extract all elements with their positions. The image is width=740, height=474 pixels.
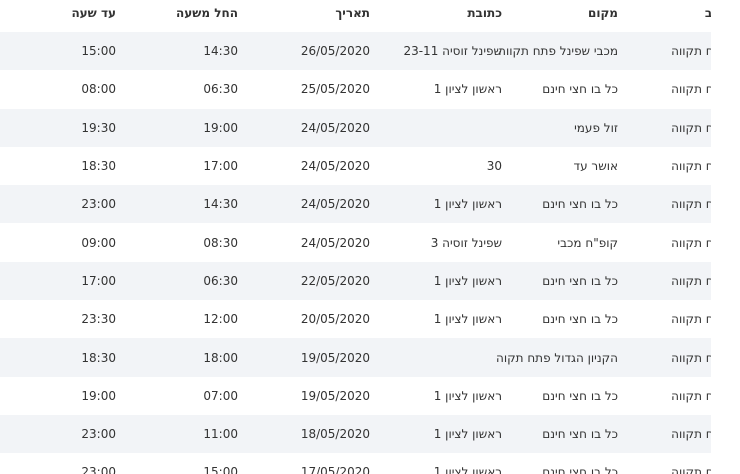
cell-place: כל בו חצי חינם — [542, 312, 618, 327]
cell-date: 17/05/2020 — [300, 465, 370, 474]
table-row: פתח תקווה מכבי שפינל פתח תקווהשפינל זוסיה… — [0, 32, 711, 71]
cell-date: 22/05/2020 — [300, 273, 370, 288]
table-row: פתח תקווה אושר עד 30 24/05/2020 17:00 18:30 — [0, 146, 711, 186]
cell-date: 18/05/2020 — [300, 427, 370, 442]
table-row: פתח תקווה כל בו חצי חינם ראשון לציון 1 22/0… — [0, 261, 711, 301]
cell-city: פתח תקווה — [671, 388, 711, 403]
cell-from-time: 12:00 — [203, 312, 238, 327]
cell-from-time: 08:30 — [203, 235, 238, 250]
cell-address: ראשון לציון 1 — [433, 465, 502, 474]
cell-city: פתח תקווה — [671, 82, 711, 97]
cell-place: אושר עד — [573, 159, 618, 174]
cell-city: פתח תקווה — [671, 465, 711, 474]
exposure-locations-table: ישוב מקום כתובת תאריך החל משעה עד שעה פת… — [0, 0, 711, 474]
cell-place: קופ"ח מכבי — [557, 235, 618, 250]
cell-date: 19/05/2020 — [300, 388, 370, 403]
cell-to-time: 23:00 — [81, 197, 116, 212]
cell-place: כל בו חצי חינם — [542, 465, 618, 474]
cell-from-time: 17:00 — [203, 159, 238, 174]
table-row: פתח תקווה הקניון הגדול פתח תקוה 19/05/2020… — [0, 338, 711, 377]
table-row: פתח תקווה כל בו חצי חינם ראשון לציון 1 17/0… — [0, 453, 711, 474]
table-row: פתח תקווה כל בו חצי חינם ראשון לציון 1 18/0… — [0, 414, 711, 454]
cell-city: פתח תקווה — [671, 197, 711, 212]
cell-city: פתח תקווה — [671, 159, 711, 174]
cell-to-time: 19:00 — [81, 388, 116, 403]
cell-from-time: 19:00 — [203, 120, 238, 135]
cell-place: כל בו חצי חינם — [542, 388, 618, 403]
table-header-row: ישוב מקום כתובת תאריך החל משעה עד שעה — [0, 0, 711, 32]
header-place: מקום — [588, 6, 618, 20]
table-row: פתח תקווה כל בו חצי חינם ראשון לציון 1 20/0… — [0, 300, 711, 339]
header-date: תאריך — [335, 6, 370, 20]
cell-date: 24/05/2020 — [300, 120, 370, 135]
cell-address: ראשון לציון 1 — [433, 427, 502, 442]
header-city: ישוב — [704, 6, 711, 20]
cell-address: ראשון לציון 1 — [433, 273, 502, 288]
cell-date: 20/05/2020 — [300, 312, 370, 327]
cell-from-time: 06:30 — [203, 82, 238, 97]
cell-city: פתח תקווה — [671, 273, 711, 288]
cell-city: פתח תקווה — [671, 427, 711, 442]
table-row: פתח תקווה כל בו חצי חינם ראשון לציון 1 19/0… — [0, 376, 711, 415]
cell-address — [388, 109, 502, 147]
cell-address: 30 — [486, 159, 502, 174]
cell-date: 19/05/2020 — [300, 350, 370, 365]
cell-address: שפינל זוסיה 23-11 — [403, 44, 502, 59]
table-row: פתח תקווה כל בו חצי חינם ראשון לציון 1 24/0… — [0, 185, 711, 224]
cell-address: ראשון לציון 1 — [433, 82, 502, 97]
cell-date: 25/05/2020 — [300, 82, 370, 97]
cell-place: כל בו חצי חינם — [542, 273, 618, 288]
cell-to-time: 23:00 — [81, 427, 116, 442]
cell-from-time: 14:30 — [203, 44, 238, 59]
table-row: פתח תקווה כל בו חצי חינם ראשון לציון 1 25/0… — [0, 70, 711, 109]
cell-to-time: 09:00 — [81, 235, 116, 250]
cell-from-time: 06:30 — [203, 273, 238, 288]
header-address: כתובת — [467, 6, 502, 20]
cell-to-time: 18:30 — [81, 159, 116, 174]
cell-date: 24/05/2020 — [300, 197, 370, 212]
cell-date: 26/05/2020 — [300, 44, 370, 59]
cell-from-time: 07:00 — [203, 388, 238, 403]
cell-from-time: 14:30 — [203, 197, 238, 212]
cell-to-time: 08:00 — [81, 82, 116, 97]
cell-address: שפינל זוסיה 3 — [430, 235, 502, 250]
cell-to-time: 18:30 — [81, 350, 116, 365]
header-to-time: עד שעה — [71, 6, 116, 20]
cell-from-time: 15:00 — [203, 465, 238, 474]
table-body: פתח תקווהמכבי שפינל פתח תקווהשפינל זוסיה… — [0, 32, 711, 474]
table-row: פתח תקווה זול פעמי 24/05/2020 19:00 19:30 — [0, 108, 711, 147]
cell-from-time: 18:00 — [203, 350, 238, 365]
cell-date: 24/05/2020 — [300, 159, 370, 174]
cell-date: 24/05/2020 — [300, 235, 370, 250]
cell-to-time: 15:00 — [81, 44, 116, 59]
cell-address — [388, 338, 502, 376]
cell-address: ראשון לציון 1 — [433, 388, 502, 403]
cell-place: מכבי שפינל פתח תקווה — [498, 44, 618, 59]
cell-city: פתח תקווה — [671, 235, 711, 250]
cell-place: כל בו חצי חינם — [542, 82, 618, 97]
cell-to-time: 19:30 — [81, 120, 116, 135]
cell-city: פתח תקווה — [671, 44, 711, 59]
cell-city: פתח תקווה — [671, 312, 711, 327]
table-row: פתח תקווה קופ"ח מכבי שפינל זוסיה 3 24/05/20… — [0, 223, 711, 262]
cell-from-time: 11:00 — [203, 427, 238, 442]
cell-address: ראשון לציון 1 — [433, 197, 502, 212]
cell-address: ראשון לציון 1 — [433, 312, 502, 327]
cell-to-time: 17:00 — [81, 273, 116, 288]
exposure-locations-table-container: ישוב מקום כתובת תאריך החל משעה עד שעה פת… — [0, 0, 711, 474]
table-header: ישוב מקום כתובת תאריך החל משעה עד שעה — [0, 0, 711, 32]
cell-to-time: 23:00 — [81, 465, 116, 474]
cell-city: פתח תקווה — [671, 350, 711, 365]
header-from-time: החל משעה — [176, 6, 238, 20]
cell-place: כל בו חצי חינם — [542, 427, 618, 442]
cell-place: הקניון הגדול פתח תקוה — [496, 350, 618, 365]
cell-city: פתח תקווה — [671, 120, 711, 135]
cell-place: זול פעמי — [574, 120, 618, 135]
cell-place: כל בו חצי חינם — [542, 197, 618, 212]
cell-to-time: 23:30 — [81, 312, 116, 327]
